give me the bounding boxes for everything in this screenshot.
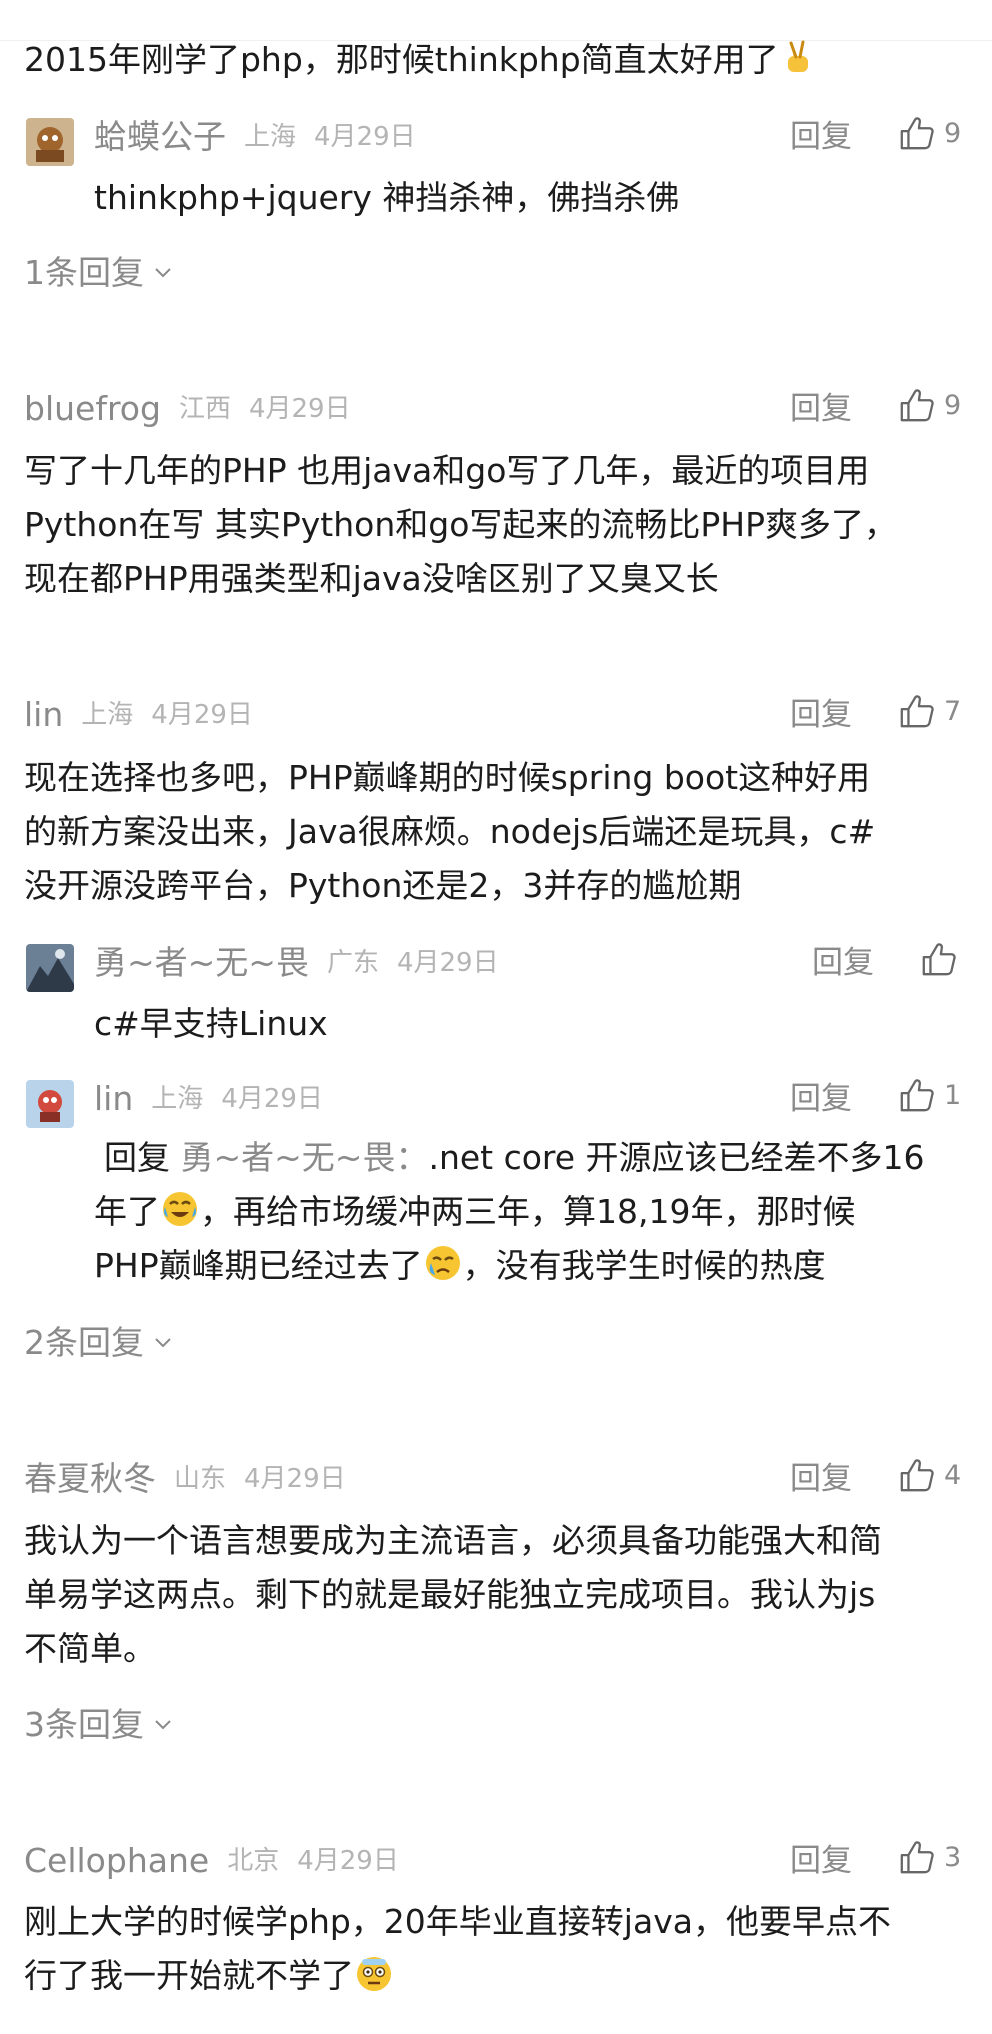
expand-replies-link[interactable]: 2条回复	[24, 1320, 172, 1366]
like-count: 9	[944, 117, 962, 149]
like-button[interactable]: 9	[898, 386, 961, 424]
reply-text: thinkphp+jquery 神挡杀神，佛挡杀佛	[94, 178, 680, 217]
reply-text-line: PHP巅峰期已经过去了 ，没有我学生时候的热度	[94, 1238, 826, 1293]
comment-text-line: 我认为一个语言想要成为主流语言，必须具备功能强大和简	[24, 1521, 882, 1560]
location: 上海	[151, 1084, 204, 1114]
comment-text-line: 单易学这两点。剩下的就是最好能独立完成项目。我认为js	[24, 1575, 876, 1614]
reply-text-segment: .net core 开源应该已经差不多16	[428, 1138, 925, 1177]
timestamp: 4月29日	[221, 1084, 323, 1114]
timestamp: 4月29日	[244, 1464, 346, 1494]
reply-button[interactable]: 回复	[790, 692, 852, 738]
reply-button[interactable]: 回复	[790, 1456, 852, 1502]
comment-text-line: 写了十几年的PHP 也用java和go写了几年，最近的项目用	[24, 451, 870, 490]
comment-text-line: 不简单。	[24, 1629, 156, 1668]
like-button[interactable]: 1	[898, 1076, 961, 1114]
location: 上海	[81, 700, 134, 730]
reply-text-segment: ，再给市场缓冲两三年，算18,19年，那时候	[200, 1192, 856, 1231]
expand-replies-link[interactable]: 3条回复	[24, 1702, 172, 1748]
comment-text-line: Python在写 其实Python和go写起来的流畅比PHP爽多了，	[24, 505, 898, 544]
reply-text-line: 回复 勇~者~无~畏：.net core 开源应该已经差不多16	[104, 1130, 925, 1185]
timestamp: 4月29日	[151, 700, 253, 730]
chevron-down-icon	[155, 1720, 171, 1730]
comment-text-line: 现在都PHP用强类型和java没啥区别了又臭又长	[24, 559, 719, 598]
avatar[interactable]	[26, 118, 74, 166]
username[interactable]: 春夏秋冬	[24, 1456, 156, 1502]
username[interactable]: bluefrog	[24, 386, 161, 432]
username[interactable]: 蛤蟆公子	[94, 114, 226, 160]
tears-of-joy-emoji-icon	[160, 1189, 200, 1229]
username[interactable]: 勇~者~无~畏	[94, 940, 309, 986]
reply-button[interactable]: 回复	[790, 386, 852, 432]
like-count: 1	[944, 1079, 962, 1111]
more-replies-label: 1条回复	[24, 253, 144, 292]
like-count: 3	[944, 1841, 962, 1873]
location: 江西	[178, 394, 231, 424]
thumbs-up-icon	[900, 117, 934, 150]
thumbs-up-icon	[900, 695, 934, 728]
avatar[interactable]	[26, 944, 74, 992]
reply-button[interactable]: 回复	[812, 940, 874, 986]
chevron-down-icon	[155, 1338, 171, 1348]
like-count: 7	[944, 695, 962, 727]
comment-text-segment: 行了我一开始就不学了	[24, 1956, 354, 1995]
thumbs-up-icon	[900, 389, 934, 422]
comment-text-line: 的新方案没出来，Java很麻烦。nodejs后端还是玩具，c#	[24, 812, 876, 851]
thumbs-up-icon	[900, 1841, 934, 1874]
reply-text-segment: ，没有我学生时候的热度	[462, 1246, 826, 1285]
like-count: 4	[944, 1459, 962, 1491]
reply-text-segment: 年了	[94, 1192, 160, 1231]
avatar[interactable]	[26, 1080, 74, 1128]
hot-face-emoji-icon	[354, 1953, 394, 1993]
reply-button[interactable]: 回复	[790, 1076, 852, 1122]
like-button[interactable]: 7	[898, 692, 961, 730]
victory-hand-emoji-icon	[779, 37, 819, 77]
timestamp: 4月29日	[314, 122, 416, 152]
reply-prefix: 回复	[104, 1138, 170, 1177]
comment-text-line: 行了我一开始就不学了	[24, 1948, 394, 2003]
reply-text-line: 年了 ，再给市场缓冲两三年，算18,19年，那时候	[94, 1184, 855, 1239]
reply-text: c#早支持Linux	[94, 1004, 328, 1043]
reply-button[interactable]: 回复	[790, 114, 852, 160]
like-button[interactable]: 4	[898, 1456, 961, 1494]
location: 山东	[174, 1464, 227, 1494]
thumbs-up-icon	[900, 1079, 934, 1112]
comment-text-line: 刚上大学的时候学php，20年毕业直接转java，他要早点不	[24, 1902, 891, 1941]
crying-face-emoji-icon	[423, 1243, 463, 1283]
like-button[interactable]: 9	[898, 114, 961, 152]
comment-text-line: 没开源没跨平台，Python还是2，3并存的尴尬期	[24, 866, 742, 905]
like-button[interactable]	[920, 940, 958, 978]
timestamp: 4月29日	[396, 948, 499, 978]
more-replies-label: 2条回复	[24, 1323, 144, 1362]
comment-text-line: 2015年刚学了php，那时候thinkphp简直太好用了	[24, 32, 819, 87]
more-replies-label: 3条回复	[24, 1705, 144, 1744]
timestamp: 4月29日	[297, 1846, 399, 1876]
username[interactable]: Cellophane	[24, 1838, 209, 1884]
location: 广东	[326, 948, 379, 978]
chevron-down-icon	[155, 268, 171, 278]
location: 北京	[227, 1846, 280, 1876]
comment-text-line: 现在选择也多吧，PHP巅峰期的时候spring boot这种好用	[24, 758, 871, 797]
thumbs-up-icon	[922, 943, 956, 976]
username[interactable]: lin	[94, 1076, 133, 1122]
timestamp: 4月29日	[248, 394, 351, 424]
expand-replies-link[interactable]: 1条回复	[24, 250, 172, 296]
location: 上海	[244, 122, 297, 152]
thumbs-up-icon	[900, 1459, 934, 1492]
like-button[interactable]: 3	[898, 1838, 961, 1876]
reply-to-username[interactable]: 勇~者~无~畏：	[181, 1138, 429, 1177]
reply-text-segment: PHP巅峰期已经过去了	[94, 1246, 423, 1285]
reply-button[interactable]: 回复	[790, 1838, 852, 1884]
username[interactable]: lin	[24, 692, 63, 738]
like-count: 9	[944, 389, 962, 421]
